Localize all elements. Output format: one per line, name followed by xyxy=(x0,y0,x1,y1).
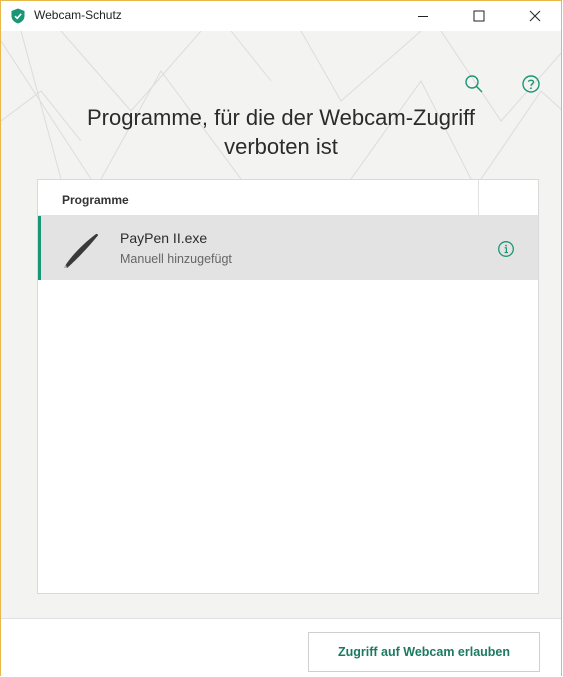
shield-icon xyxy=(11,8,25,24)
close-icon xyxy=(529,10,541,22)
close-button[interactable] xyxy=(512,1,558,31)
maximize-button[interactable] xyxy=(456,1,502,31)
page-title-line2: verboten ist xyxy=(224,134,338,159)
list-header: Programme xyxy=(38,180,538,216)
info-icon[interactable] xyxy=(497,240,515,258)
window-title: Webcam-Schutz xyxy=(34,8,122,22)
page-title: Programme, für die der Webcam-Zugriff ve… xyxy=(41,103,521,161)
program-name: PayPen II.exe xyxy=(120,230,208,246)
pen-icon xyxy=(64,233,98,268)
maximize-icon xyxy=(473,10,485,22)
minimize-icon xyxy=(418,16,428,17)
column-header-programs[interactable]: Programme xyxy=(62,193,129,207)
minimize-button[interactable] xyxy=(400,1,446,31)
column-header-actions xyxy=(478,180,538,215)
app-window: Webcam-Schutz Programme, für die der Web… xyxy=(0,0,562,677)
search-icon[interactable] xyxy=(463,73,485,95)
list-item[interactable]: PayPen II.exe Manuell hinzugefügt xyxy=(38,216,538,280)
footer: Zugriff auf Webcam erlauben xyxy=(1,618,561,677)
header-area: Programme, für die der Webcam-Zugriff ve… xyxy=(1,31,561,179)
programs-list: Programme PayPen II.exe Manuell hinzugef… xyxy=(37,179,539,594)
title-bar: Webcam-Schutz xyxy=(1,1,561,31)
page-title-line1: Programme, für die der Webcam-Zugriff xyxy=(87,105,475,130)
help-icon[interactable] xyxy=(520,73,542,95)
selection-indicator xyxy=(38,216,41,280)
program-subtitle: Manuell hinzugefügt xyxy=(120,252,232,266)
allow-webcam-access-button[interactable]: Zugriff auf Webcam erlauben xyxy=(308,632,540,672)
